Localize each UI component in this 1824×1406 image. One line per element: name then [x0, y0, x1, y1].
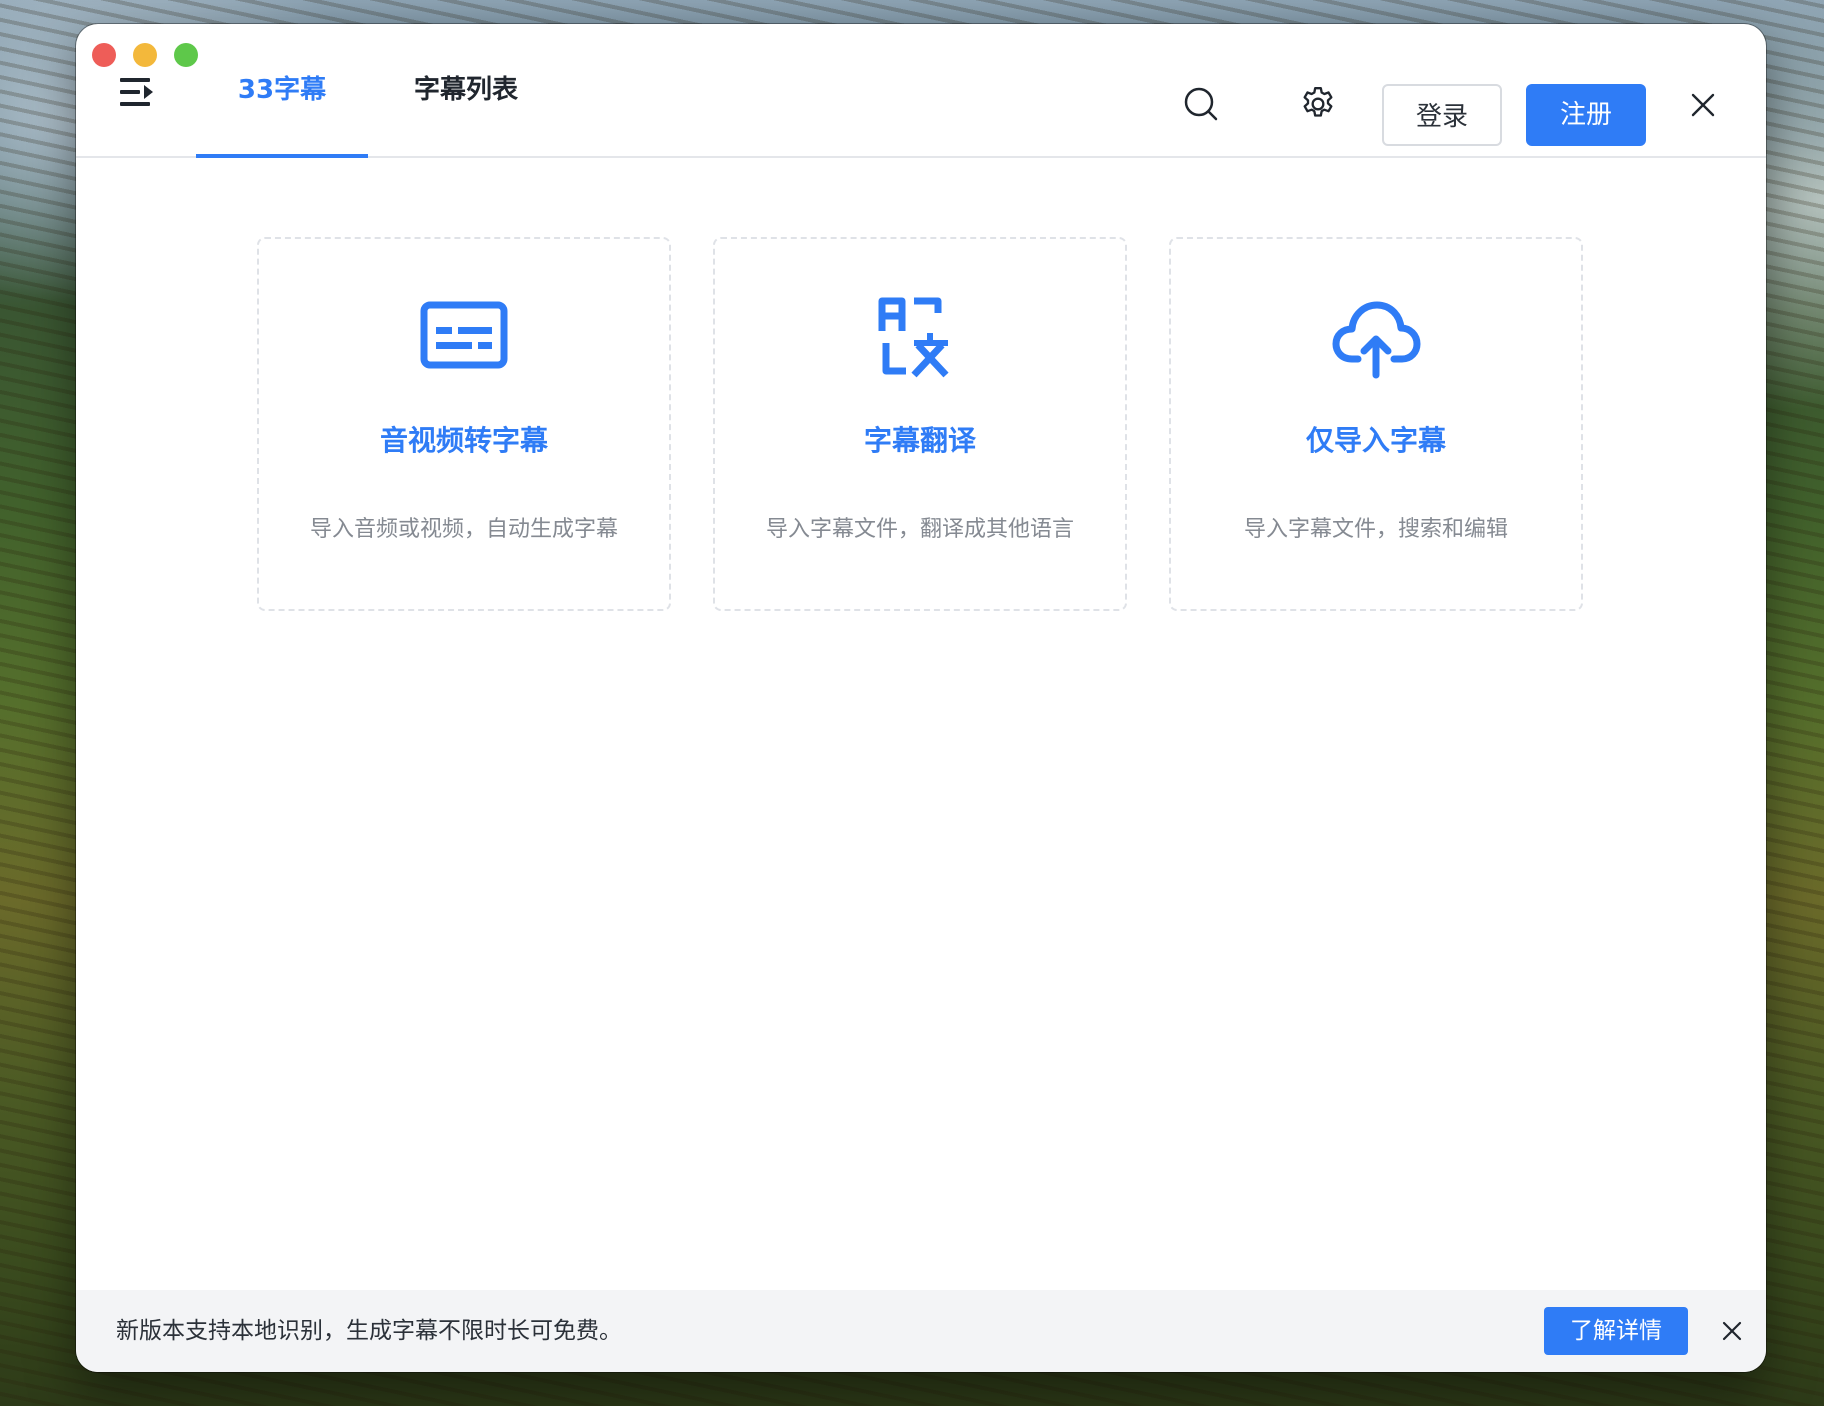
- menu-collapse-icon[interactable]: [120, 76, 156, 108]
- notice-text: 新版本支持本地识别，生成字幕不限时长可免费。: [116, 1318, 622, 1344]
- card-title: 仅导入字幕: [1305, 424, 1446, 457]
- close-icon[interactable]: [1718, 1317, 1746, 1345]
- card-description: 导入字幕文件，翻译成其他语言: [765, 517, 1074, 542]
- card-description: 导入字幕文件，搜索和编辑: [1243, 517, 1508, 542]
- card-subtitle-translate[interactable]: 字幕翻译 导入字幕文件，翻译成其他语言: [713, 237, 1127, 611]
- card-title: 音视频转字幕: [379, 424, 548, 457]
- cloud-upload-icon: [1328, 289, 1424, 385]
- app-window: 33字幕 字幕列表 登录 注册 音视频转字幕 导入音频或视频，自动生成字幕 字幕…: [76, 24, 1766, 1372]
- search-icon[interactable]: [1181, 84, 1221, 124]
- translate-icon: [872, 289, 968, 385]
- tab-33-subtitles[interactable]: 33字幕: [196, 24, 368, 158]
- top-bar: 33字幕 字幕列表 登录 注册: [76, 24, 1766, 158]
- card-media-to-subtitle[interactable]: 音视频转字幕 导入音频或视频，自动生成字幕: [257, 237, 671, 611]
- card-description: 导入音频或视频，自动生成字幕: [309, 517, 618, 542]
- close-icon[interactable]: [1688, 90, 1718, 120]
- notice-bar: 新版本支持本地识别，生成字幕不限时长可免费。 了解详情: [76, 1290, 1766, 1372]
- gear-icon[interactable]: [1298, 84, 1338, 124]
- card-import-subtitle[interactable]: 仅导入字幕 导入字幕文件，搜索和编辑: [1169, 237, 1583, 611]
- card-title: 字幕翻译: [863, 424, 976, 457]
- login-button[interactable]: 登录: [1382, 84, 1502, 146]
- subtitle-icon: [416, 289, 512, 385]
- tab-subtitle-list[interactable]: 字幕列表: [368, 24, 564, 156]
- signup-button[interactable]: 注册: [1526, 84, 1646, 146]
- learn-more-button[interactable]: 了解详情: [1544, 1307, 1688, 1355]
